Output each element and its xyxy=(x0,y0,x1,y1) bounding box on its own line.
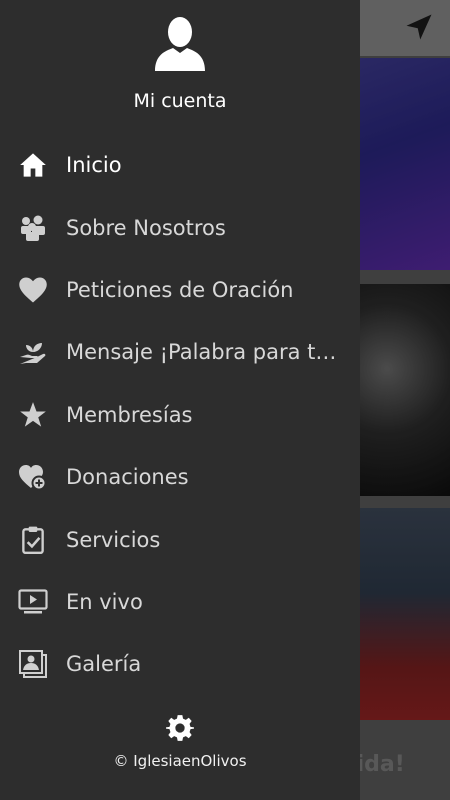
account-section[interactable]: Mi cuenta xyxy=(0,0,360,125)
heart-icon xyxy=(18,275,48,305)
user-avatar-icon xyxy=(155,17,205,71)
menu-item-label: Sobre Nosotros xyxy=(66,215,226,240)
tv-play-icon xyxy=(18,587,48,617)
menu-item-inicio[interactable]: Inicio xyxy=(0,134,360,196)
menu-item-label: Membresías xyxy=(66,402,193,427)
photo-gallery-icon xyxy=(18,649,48,679)
copyright-text: © IglesiaenOlivos xyxy=(113,752,247,770)
menu-item-servicios[interactable]: Servicios xyxy=(0,508,360,570)
drawer-footer: © IglesiaenOlivos xyxy=(0,714,360,770)
menu-item-label: Galería xyxy=(66,652,142,677)
people-icon xyxy=(18,213,48,243)
hand-plant-icon xyxy=(18,337,48,367)
drawer-menu: Inicio Sobre Nosotros Peticiones de Orac… xyxy=(0,134,360,696)
menu-item-label: Peticiones de Oración xyxy=(66,277,294,302)
menu-item-sobre-nosotros[interactable]: Sobre Nosotros xyxy=(0,196,360,258)
menu-item-label: Servicios xyxy=(66,527,161,552)
heart-plus-icon xyxy=(18,462,48,492)
menu-item-label: Inicio xyxy=(66,153,122,178)
menu-item-membresias[interactable]: Membresías xyxy=(0,384,360,446)
menu-item-label: En vivo xyxy=(66,589,143,614)
menu-item-donaciones[interactable]: Donaciones xyxy=(0,446,360,508)
star-icon xyxy=(18,400,48,430)
clipboard-check-icon xyxy=(18,525,48,555)
menu-item-label: Mensaje ¡Palabra para tu … xyxy=(66,340,348,365)
menu-item-mensaje[interactable]: Mensaje ¡Palabra para tu … xyxy=(0,321,360,383)
gear-icon[interactable] xyxy=(166,714,194,742)
menu-item-peticiones[interactable]: Peticiones de Oración xyxy=(0,259,360,321)
navigation-drawer: Mi cuenta Inicio Sobre Nosotros Peticion… xyxy=(0,0,360,800)
menu-item-en-vivo[interactable]: En vivo xyxy=(0,571,360,633)
menu-item-label: Donaciones xyxy=(66,465,189,490)
menu-item-galeria[interactable]: Galería xyxy=(0,633,360,695)
home-icon xyxy=(18,150,48,180)
account-label: Mi cuenta xyxy=(133,90,227,112)
